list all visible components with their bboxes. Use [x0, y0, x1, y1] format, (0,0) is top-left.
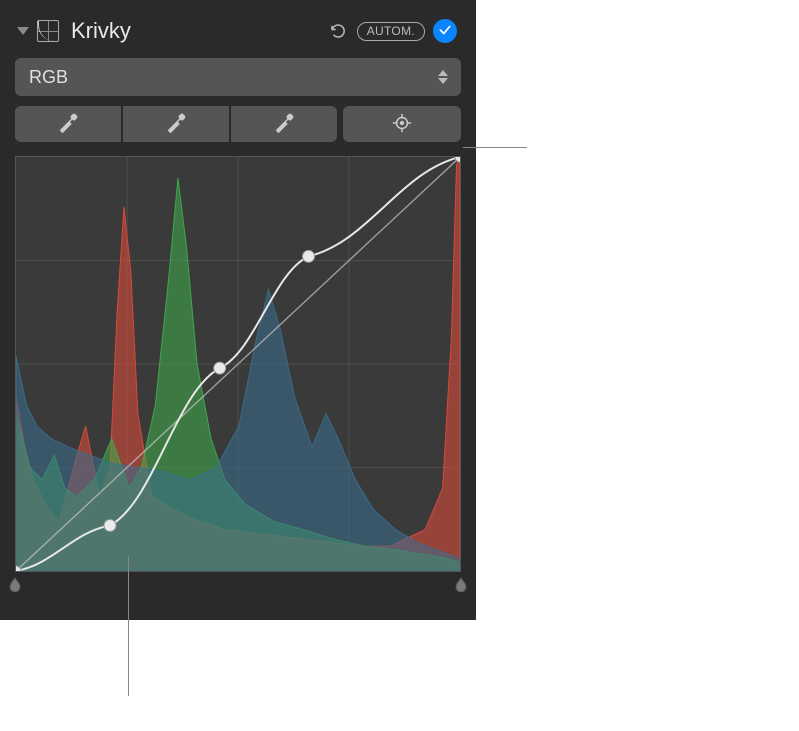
checkmark-icon — [438, 23, 452, 40]
channel-select-label: RGB — [29, 67, 435, 88]
eyedropper-white-icon — [273, 112, 295, 137]
eyedropper-black-button[interactable] — [15, 106, 121, 142]
add-point-button[interactable] — [343, 106, 461, 142]
eyedropper-black-icon — [57, 112, 79, 137]
eyedropper-toolbar — [15, 106, 461, 142]
eyedropper-segmented — [15, 106, 337, 142]
updown-chevrons-icon — [435, 70, 451, 84]
target-add-point-icon — [391, 112, 413, 137]
channel-select[interactable]: RGB — [15, 58, 461, 96]
callout-line — [128, 556, 129, 696]
curves-panel: Krivky AUTOM. RGB — [0, 0, 476, 620]
reset-button[interactable] — [327, 20, 349, 42]
curves-header: Krivky AUTOM. — [15, 18, 461, 58]
droplet-handle-icon — [7, 576, 23, 592]
black-point-handle[interactable] — [7, 576, 23, 592]
callout-line — [463, 147, 527, 148]
histogram-svg — [16, 157, 460, 571]
disclosure-triangle-icon[interactable] — [17, 27, 29, 35]
eyedropper-gray-button[interactable] — [123, 106, 229, 142]
droplet-handle-icon — [453, 576, 469, 592]
range-slider-track[interactable] — [15, 574, 461, 596]
enable-toggle[interactable] — [433, 19, 457, 43]
eyedropper-gray-icon — [165, 112, 187, 137]
white-point-handle[interactable] — [453, 576, 469, 592]
auto-button[interactable]: AUTOM. — [357, 22, 425, 41]
eyedropper-white-button[interactable] — [231, 106, 337, 142]
reset-arrow-icon — [329, 22, 347, 40]
curves-icon — [37, 20, 59, 42]
curves-histogram[interactable] — [15, 156, 461, 572]
panel-title: Krivky — [71, 18, 319, 44]
